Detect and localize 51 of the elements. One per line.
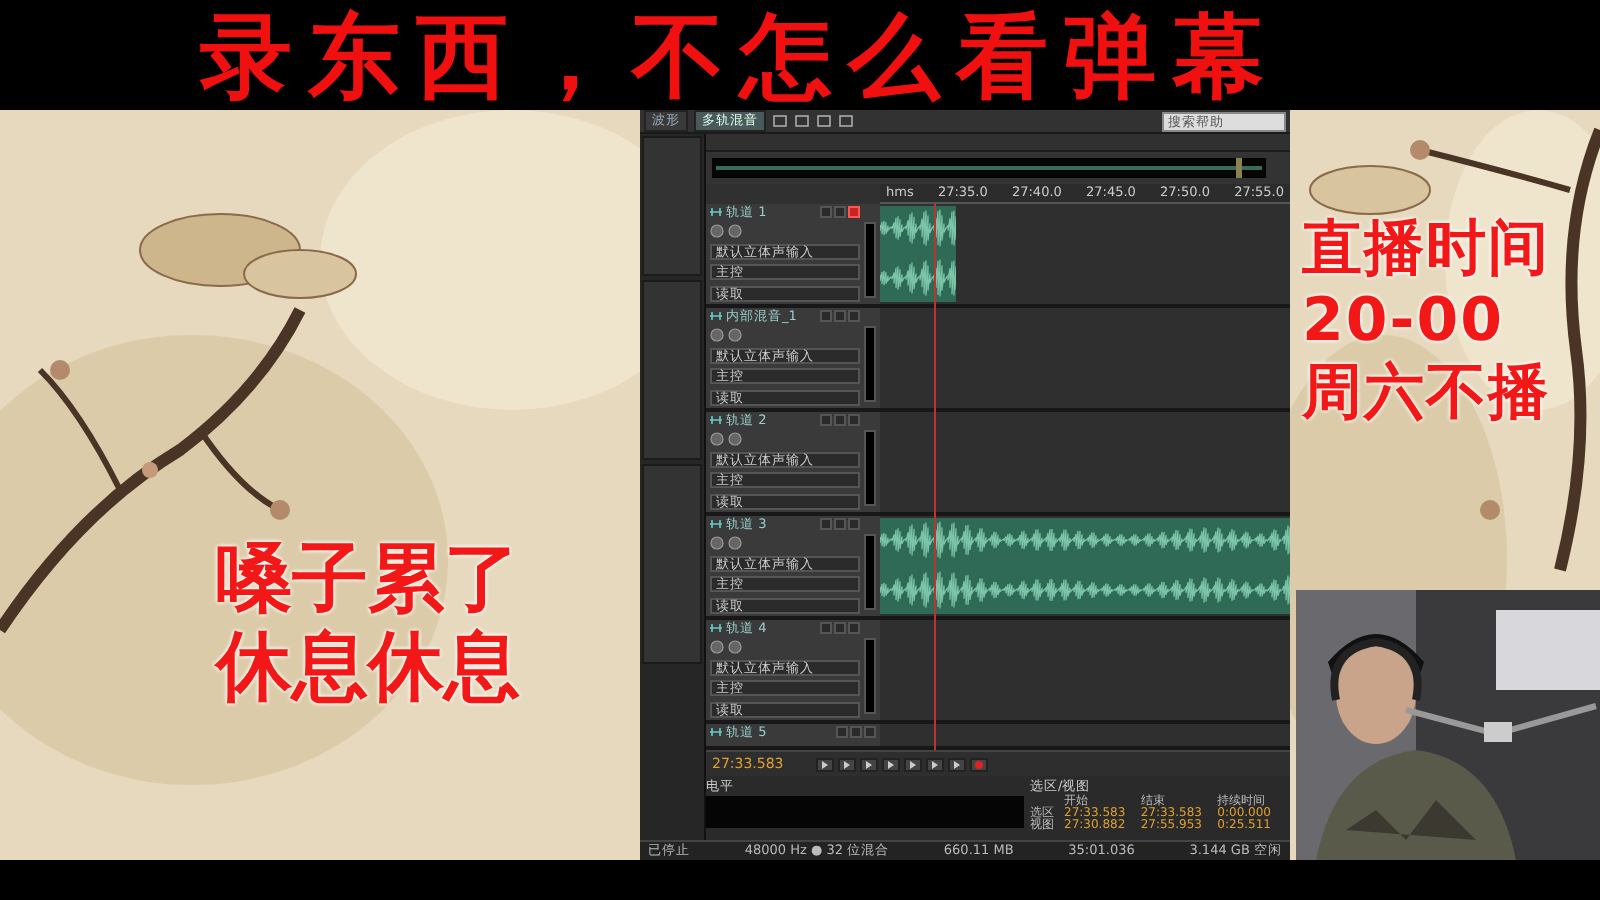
transport-button[interactable] xyxy=(815,757,834,771)
transport-button[interactable] xyxy=(837,757,856,771)
track-icon xyxy=(710,520,722,529)
record-arm-button[interactable] xyxy=(848,622,860,635)
record-arm-button[interactable] xyxy=(848,310,860,323)
pan-knob-icon xyxy=(728,640,742,655)
pan-knob-icon xyxy=(728,224,742,239)
mute-button[interactable] xyxy=(820,518,832,531)
level-meter xyxy=(864,534,876,610)
transport-button[interactable] xyxy=(925,757,944,771)
solo-button[interactable] xyxy=(834,518,846,531)
track-icon xyxy=(710,208,722,217)
solo-button[interactable] xyxy=(834,206,846,219)
level-meter xyxy=(864,326,876,402)
volume-knob-icon xyxy=(710,640,724,655)
overlay-text: 休息休息 xyxy=(216,622,522,710)
mute-button[interactable] xyxy=(820,622,832,635)
level-meter xyxy=(864,222,876,298)
record-arm-button[interactable] xyxy=(864,726,876,739)
pan-knob-icon xyxy=(728,536,742,551)
level-meter xyxy=(864,638,876,714)
overlay-text: 嗓子累了 xyxy=(216,534,522,622)
track-icon xyxy=(710,728,722,737)
solo-button[interactable] xyxy=(834,414,846,427)
transport-button[interactable] xyxy=(859,757,878,771)
volume-knob-icon xyxy=(710,224,724,239)
level-meter xyxy=(864,430,876,506)
transport-button[interactable] xyxy=(947,757,966,771)
mute-button[interactable] xyxy=(820,206,832,219)
stream-title: 录东西，不怎么看弹幕 xyxy=(200,9,1280,101)
record-arm-button[interactable] xyxy=(848,414,860,427)
mute-button[interactable] xyxy=(820,310,832,323)
record-arm-button[interactable] xyxy=(848,518,860,531)
pan-knob-icon xyxy=(728,328,742,343)
transport-button[interactable] xyxy=(881,757,900,771)
pan-knob-icon xyxy=(728,432,742,447)
overview-bar[interactable] xyxy=(712,158,1266,178)
volume-knob-icon xyxy=(710,432,724,447)
audio-clip[interactable] xyxy=(880,206,956,302)
track-icon xyxy=(710,416,722,425)
transport-button[interactable] xyxy=(903,757,922,771)
volume-knob-icon xyxy=(710,536,724,551)
record-arm-button[interactable] xyxy=(848,206,860,219)
solo-button[interactable] xyxy=(834,622,846,635)
solo-button[interactable] xyxy=(850,726,862,739)
mute-button[interactable] xyxy=(820,414,832,427)
solo-button[interactable] xyxy=(834,310,846,323)
track-icon xyxy=(710,624,722,633)
mute-button[interactable] xyxy=(836,726,848,739)
volume-knob-icon xyxy=(710,328,724,343)
track-icon xyxy=(710,312,722,321)
